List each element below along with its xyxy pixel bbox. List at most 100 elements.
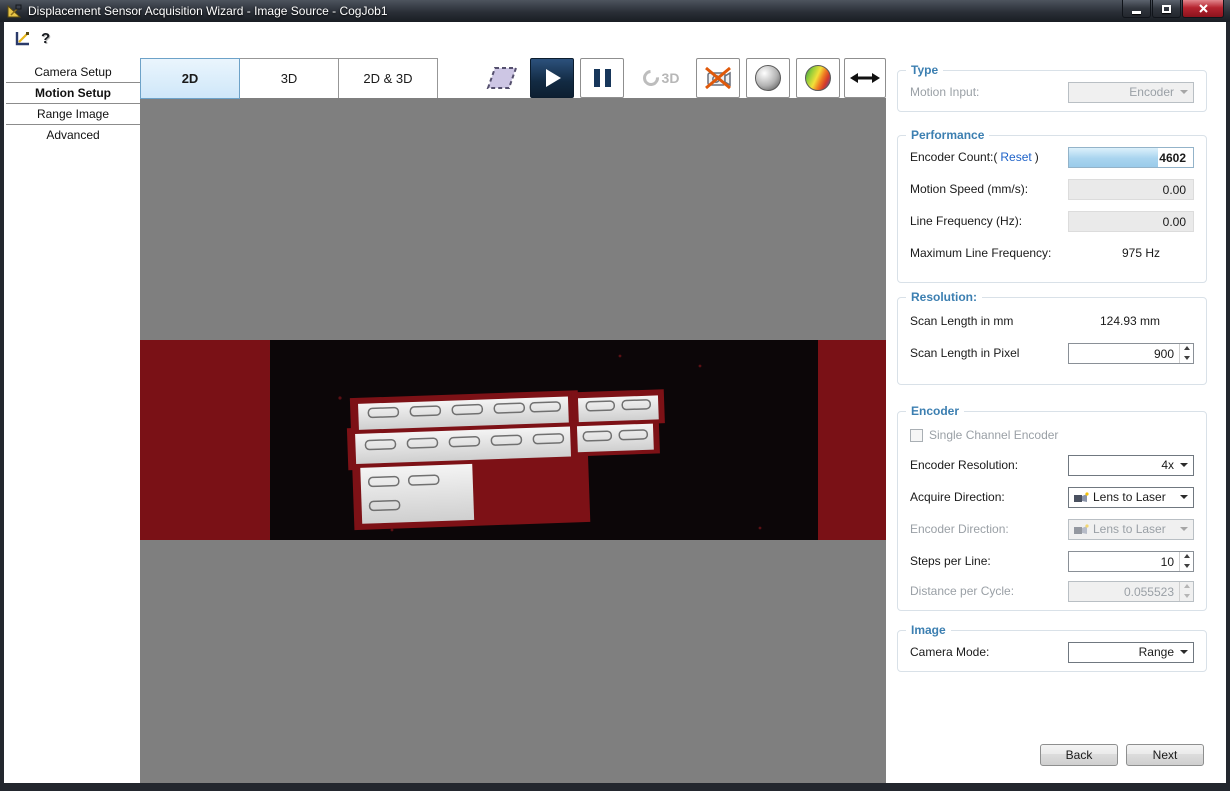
reset-link[interactable]: Reset <box>1000 150 1031 164</box>
single-channel-checkbox <box>910 429 923 442</box>
encoder-count-label-suffix: ) <box>1035 150 1039 164</box>
back-button-label: Back <box>1066 748 1093 762</box>
encoder-count-label-prefix: Encoder Count:( <box>910 150 997 164</box>
color-render-button[interactable] <box>796 58 840 98</box>
refresh-3d-button: 3D <box>632 58 690 98</box>
motion-speed-field: 0.00 <box>1068 179 1194 200</box>
encoder-count-progress <box>1069 148 1158 167</box>
encoder-direction-select: Lens to Laser <box>1068 519 1194 540</box>
next-button-label: Next <box>1153 748 1178 762</box>
grayscale-render-button[interactable] <box>746 58 790 98</box>
acquire-direction-label: Acquire Direction: <box>910 490 1005 504</box>
encoder-resolution-label: Encoder Resolution: <box>910 458 1018 472</box>
close-button[interactable] <box>1182 0 1224 18</box>
window-controls <box>1121 0 1224 18</box>
spinner-buttons <box>1179 582 1193 601</box>
back-button[interactable]: Back <box>1040 744 1118 766</box>
maximize-button[interactable] <box>1152 0 1181 18</box>
line-frequency-label: Line Frequency (Hz): <box>910 214 1022 228</box>
spin-down-icon[interactable] <box>1180 353 1193 363</box>
group-image: Image Camera Mode: Range <box>897 630 1207 672</box>
camera-mode-value: Range <box>1074 645 1180 659</box>
fit-width-button[interactable] <box>844 58 886 98</box>
tab-2d[interactable]: 2D <box>140 58 240 99</box>
next-button[interactable]: Next <box>1126 744 1204 766</box>
group-encoder: Encoder Single Channel Encoder Encoder R… <box>897 411 1207 611</box>
refresh-3d-label: 3D <box>662 70 680 86</box>
grayscale-sphere-icon <box>755 65 781 91</box>
camera-disconnected-icon <box>704 66 732 90</box>
chevron-down-icon <box>1180 90 1188 94</box>
max-line-frequency-value: 975 Hz <box>1122 246 1194 260</box>
spinner-buttons[interactable] <box>1179 344 1193 363</box>
pause-button[interactable] <box>580 58 624 98</box>
scan-length-mm-value: 124.93 mm <box>1100 314 1194 328</box>
help-icon[interactable]: ? <box>41 30 50 47</box>
view-mode-tabs: 2D 3D 2D & 3D <box>140 58 438 99</box>
range-image-canvas <box>140 98 886 783</box>
wizard-step-nav: Camera Setup Motion Setup Range Image Ad… <box>6 62 140 146</box>
lens-direction-icon <box>1074 524 1089 535</box>
play-button[interactable] <box>530 58 574 98</box>
encoder-resolution-value: 4x <box>1074 458 1180 472</box>
minimize-button[interactable] <box>1122 0 1151 18</box>
encoder-resolution-select[interactable]: 4x <box>1068 455 1194 476</box>
spin-down-icon <box>1180 591 1193 601</box>
app-icon <box>7 4 22 19</box>
group-resolution-title: Resolution: <box>906 290 982 304</box>
lens-direction-icon <box>1074 492 1089 503</box>
spinner-buttons[interactable] <box>1179 552 1193 571</box>
steps-per-line-value: 10 <box>1069 552 1179 571</box>
roi-region-icon <box>486 65 518 91</box>
encoder-count-label: Encoder Count:(Reset) <box>910 150 1039 164</box>
encoder-direction-label: Encoder Direction: <box>910 522 1009 536</box>
roi-select-button[interactable] <box>480 58 524 98</box>
spin-down-icon[interactable] <box>1180 561 1193 571</box>
group-image-title: Image <box>906 623 951 637</box>
wizard-window: Displacement Sensor Acquisition Wizard -… <box>0 0 1230 791</box>
nav-item-range-image[interactable]: Range Image <box>6 104 140 125</box>
pause-icon <box>594 69 611 87</box>
scan-length-mm-label: Scan Length in mm <box>910 314 1013 328</box>
scan-length-px-spinner[interactable]: 900 <box>1068 343 1194 364</box>
motion-input-value: Encoder <box>1074 85 1180 99</box>
group-type: Type Motion Input: Encoder <box>897 70 1207 112</box>
refresh-icon <box>639 67 662 90</box>
nav-item-advanced[interactable]: Advanced <box>6 125 140 146</box>
group-performance: Performance Encoder Count:(Reset) 4602 M… <box>897 135 1207 283</box>
color-sphere-icon <box>805 65 831 91</box>
distance-per-cycle-value: 0.055523 <box>1069 582 1179 601</box>
chevron-down-icon <box>1180 495 1188 499</box>
encoder-count-field: 4602 <box>1068 147 1194 168</box>
max-line-frequency-label: Maximum Line Frequency: <box>910 246 1051 260</box>
nav-item-motion-setup[interactable]: Motion Setup <box>6 83 140 104</box>
group-encoder-title: Encoder <box>906 404 964 418</box>
chevron-down-icon <box>1180 650 1188 654</box>
spin-up-icon[interactable] <box>1180 552 1193 562</box>
tab-2d-and-3d[interactable]: 2D & 3D <box>338 58 438 99</box>
steps-per-line-spinner[interactable]: 10 <box>1068 551 1194 572</box>
camera-mode-label: Camera Mode: <box>910 645 989 659</box>
acquire-direction-select[interactable]: Lens to Laser <box>1068 487 1194 508</box>
camera-mode-select[interactable]: Range <box>1068 642 1194 663</box>
mini-toolbar: ? <box>14 30 50 47</box>
motion-input-select: Encoder <box>1068 82 1194 103</box>
motion-input-label: Motion Input: <box>910 85 979 99</box>
nav-item-camera-setup[interactable]: Camera Setup <box>6 62 140 83</box>
play-icon <box>546 69 561 87</box>
measure-tool-icon[interactable] <box>14 30 31 47</box>
range-image-display[interactable] <box>140 98 886 783</box>
chevron-down-icon <box>1180 463 1188 467</box>
chevron-down-icon <box>1180 527 1188 531</box>
group-resolution: Resolution: Scan Length in mm 124.93 mm … <box>897 297 1207 385</box>
single-channel-label: Single Channel Encoder <box>929 428 1058 442</box>
spin-up-icon[interactable] <box>1180 344 1193 354</box>
motion-speed-label: Motion Speed (mm/s): <box>910 182 1028 196</box>
horizontal-arrows-icon <box>850 71 880 85</box>
minimize-icon <box>1132 11 1141 14</box>
close-icon <box>1199 4 1208 13</box>
title-bar: Displacement Sensor Acquisition Wizard -… <box>0 0 1230 22</box>
distance-per-cycle-label: Distance per Cycle: <box>910 584 1014 598</box>
camera-disconnect-button[interactable] <box>696 58 740 98</box>
tab-3d[interactable]: 3D <box>239 58 339 99</box>
